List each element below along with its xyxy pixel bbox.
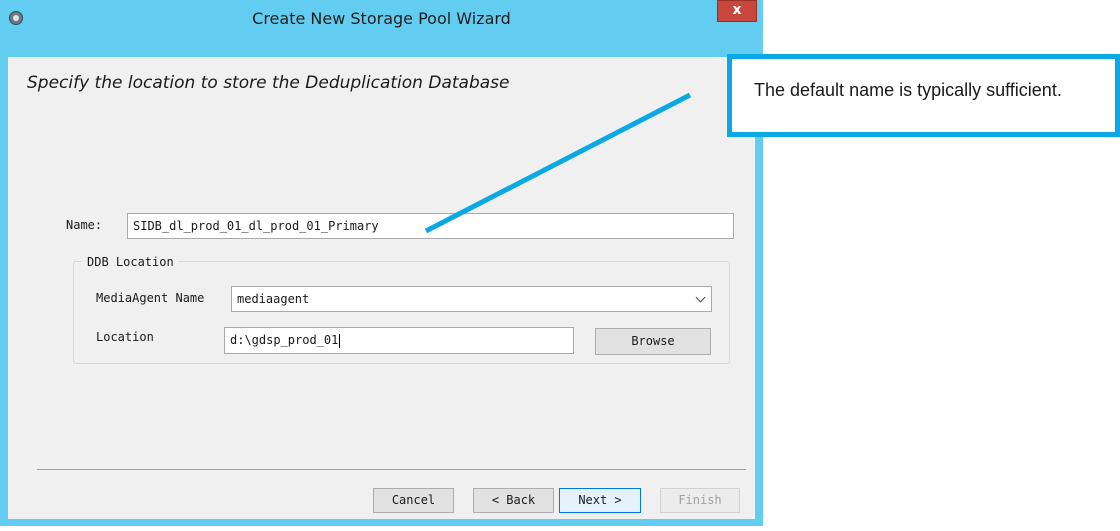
callout-box: The default name is typically sufficient… bbox=[727, 54, 1120, 137]
callout-text: The default name is typically sufficient… bbox=[754, 80, 1062, 100]
